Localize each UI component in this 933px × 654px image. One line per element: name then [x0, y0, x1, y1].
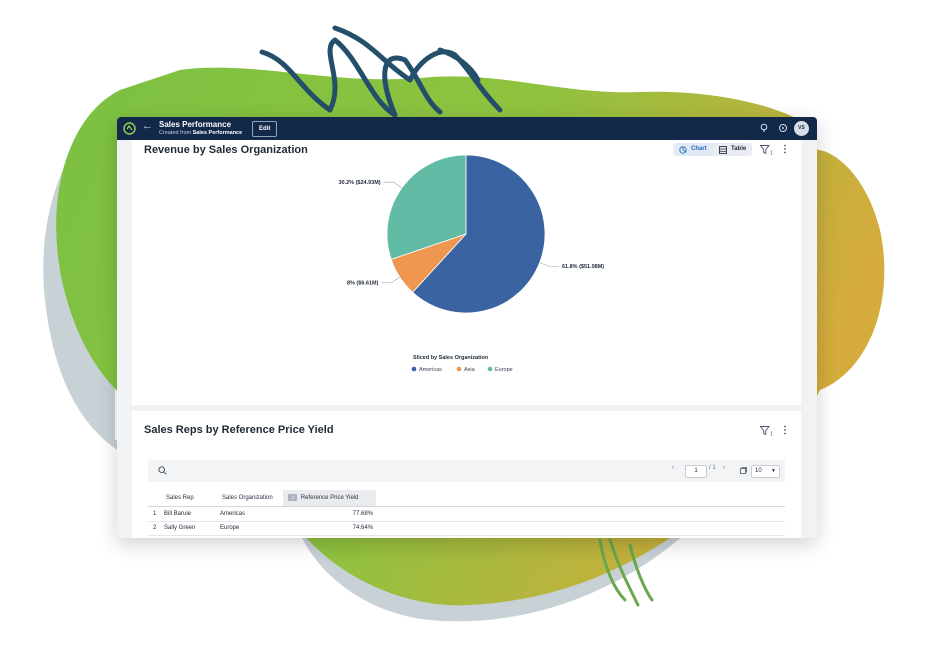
previous-page-button[interactable]: ‹: [672, 465, 674, 471]
legend-item-asia[interactable]: Asia: [464, 367, 476, 373]
cell-sales-rep: Bill Baruie: [164, 511, 192, 517]
lightbulb-icon[interactable]: [758, 122, 770, 134]
app-logo-icon[interactable]: [123, 122, 136, 135]
row-index: 2: [153, 525, 157, 531]
leader-line-asia: [381, 276, 400, 283]
legend-marker-americas: [411, 366, 417, 372]
leader-line-americas: [539, 262, 559, 267]
filter-icon[interactable]: 1: [760, 426, 774, 436]
page-total: / 1: [709, 465, 716, 471]
cell-sales-rep: Sally Green: [164, 525, 196, 531]
table-toolbar: ‹ 1 / 1 › 10 ▼: [148, 460, 785, 482]
app-window: ← Sales Performance Created from Sales P…: [117, 117, 817, 538]
subtitle-prefix: Created from: [159, 130, 192, 136]
cell-sales-organization: Americas: [220, 511, 246, 517]
data-label-americas: 61.8% ($51.08M): [562, 264, 604, 270]
sales-reps-card: Sales Reps by Reference Price Yield 1 ‹ …: [132, 411, 801, 538]
column-header-reference-price-yield[interactable]: ↓1 Reference Price Yield: [283, 490, 376, 506]
filter-count: 1: [770, 432, 773, 437]
search-icon[interactable]: [158, 466, 167, 475]
edit-button[interactable]: Edit: [252, 121, 278, 137]
help-icon[interactable]: [777, 122, 789, 134]
sales-reps-card-title: Sales Reps by Reference Price Yield: [144, 424, 334, 436]
revenue-pie-chart: 61.8% ($51.08M) 8% ($6.61M) 30.2% ($24.93M…: [338, 154, 604, 373]
cell-reference-price-yield: 77.68%: [352, 511, 373, 517]
legend-marker-europe: [487, 366, 493, 372]
page-subtitle: Created from Sales Performance: [159, 130, 242, 136]
revenue-card: Revenue by Sales Organization Chart Tabl…: [132, 140, 801, 405]
legend-item-europe[interactable]: Europe: [495, 367, 513, 373]
table-row[interactable]: 1 Bill Baruie Americas 77.68%: [148, 508, 785, 522]
chevron-down-icon: ▼: [771, 468, 776, 474]
top-bar: ← Sales Performance Created from Sales P…: [117, 117, 817, 140]
legend-marker-asia: [456, 366, 462, 372]
legend-title: Sliced by Sales Organization: [413, 355, 489, 361]
column-header-sales-rep[interactable]: Sales Rep: [166, 490, 194, 506]
more-options-icon[interactable]: [783, 425, 787, 435]
column-header-label: Reference Price Yield: [300, 495, 359, 501]
row-index: 1: [153, 511, 157, 517]
data-label-asia: 8% ($6.61M): [347, 281, 379, 287]
page-size-icon: [740, 467, 747, 474]
table-header: Sales Rep Sales Organization ↓1 Reference…: [148, 490, 785, 507]
avatar[interactable]: VS: [794, 121, 809, 136]
page-title: Sales Performance: [159, 120, 232, 129]
data-label-europe: 30.2% ($24.93M): [338, 180, 380, 186]
table-row[interactable]: 2 Sally Green Europe 74.64%: [148, 522, 785, 536]
page-size-value: 10: [755, 468, 762, 474]
sort-descending-icon: ↓1: [288, 494, 297, 501]
page-number-input[interactable]: 1: [685, 465, 707, 478]
cell-reference-price-yield: 74.64%: [352, 525, 373, 531]
page-size-select[interactable]: 10 ▼: [751, 465, 780, 478]
subtitle-source-link[interactable]: Sales Performance: [193, 130, 243, 136]
sales-reps-table: ‹ 1 / 1 › 10 ▼ Sales Rep Sales Organizat…: [148, 460, 785, 538]
legend-item-americas[interactable]: Americas: [419, 367, 442, 373]
next-page-button[interactable]: ›: [723, 465, 725, 471]
column-header-sales-organization[interactable]: Sales Organization: [222, 490, 273, 506]
back-arrow-icon[interactable]: ←: [142, 120, 153, 132]
leader-line-europe: [383, 181, 402, 189]
cell-sales-organization: Europe: [220, 525, 240, 531]
